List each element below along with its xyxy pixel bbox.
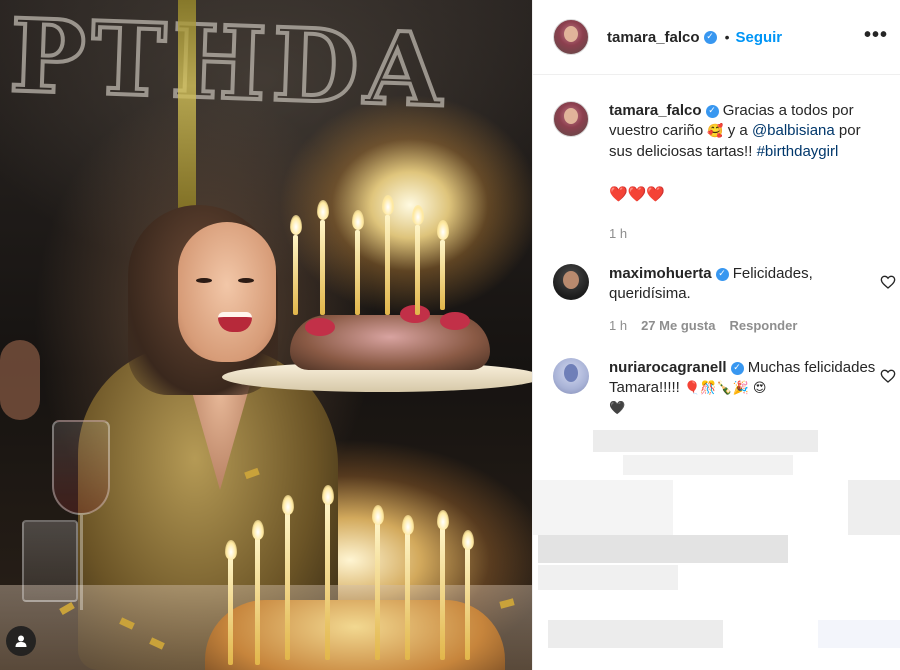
flame — [225, 540, 237, 560]
caption-username[interactable]: tamara_falco — [609, 102, 702, 119]
comment-username[interactable]: maximohuerta — [609, 265, 712, 282]
caption: tamara_falco ✓ Gracias a todos por vuestr… — [533, 101, 900, 244]
post-sidebar: tamara_falco ✓ • Seguir ••• tamara_falco… — [532, 0, 900, 670]
wine-glass-stem — [80, 515, 83, 610]
reply-button[interactable]: Responder — [730, 316, 798, 336]
follow-button[interactable]: Seguir — [735, 29, 782, 46]
candle — [355, 230, 360, 315]
comment-body: nuriarocagranell ✓ Muchas felicidades Tam… — [609, 358, 882, 419]
wine-glass — [52, 420, 110, 515]
gold-streamer — [178, 0, 196, 215]
flame — [412, 205, 424, 225]
candle — [465, 545, 470, 660]
candle — [385, 215, 390, 315]
berry — [305, 318, 335, 336]
black-heart-emoji: 🖤 — [609, 401, 626, 416]
comment-item: maximohuerta ✓ Felicidades, queridísima. … — [533, 264, 900, 336]
post-photo[interactable]: PTHDA — [0, 0, 532, 670]
user-silhouette-icon[interactable] — [6, 626, 36, 656]
hashtag-link[interactable]: #birthdaygirl — [757, 143, 839, 160]
author-username[interactable]: tamara_falco — [607, 29, 700, 46]
berry — [440, 312, 470, 330]
candle — [285, 510, 290, 660]
front-cake — [205, 600, 505, 670]
flame — [352, 210, 364, 230]
candle — [320, 220, 325, 315]
author-info: tamara_falco ✓ • Seguir — [607, 29, 782, 46]
caption-avatar[interactable] — [553, 101, 589, 137]
comment-likes[interactable]: 27 Me gusta — [641, 316, 715, 336]
flame — [317, 200, 329, 220]
comment-meta: 1 h 27 Me gusta Responder — [609, 316, 882, 336]
flame — [282, 495, 294, 515]
candle — [440, 525, 445, 660]
caption-meta: 1 h — [609, 224, 882, 244]
flame — [402, 515, 414, 535]
caption-time[interactable]: 1 h — [609, 224, 627, 244]
candle — [405, 530, 410, 660]
celebration-emojis: 🎈🎊🍾🎉 😍 — [684, 381, 767, 396]
smiling-hearts-emoji: 🥰 — [707, 124, 724, 139]
flame — [382, 195, 394, 215]
comment-time[interactable]: 1 h — [609, 316, 627, 336]
flame — [252, 520, 264, 540]
caption-body: tamara_falco ✓ Gracias a todos por vuestr… — [609, 101, 882, 244]
tumbler-glass — [22, 520, 78, 602]
like-heart-icon[interactable] — [880, 368, 896, 384]
flame — [372, 505, 384, 525]
flame — [322, 485, 334, 505]
guest-arm — [0, 340, 40, 420]
verified-badge-icon: ✓ — [715, 267, 729, 281]
author-avatar[interactable] — [553, 19, 589, 55]
mention-link[interactable]: @balbisiana — [752, 122, 835, 139]
comment-item: nuriarocagranell ✓ Muchas felicidades Tam… — [533, 358, 900, 419]
birthday-balloon-letters: PTHDA — [6, 0, 452, 132]
woman-face — [178, 222, 276, 362]
flame — [437, 220, 449, 240]
eye-right — [238, 278, 254, 283]
comment-body: maximohuerta ✓ Felicidades, queridísima. … — [609, 264, 882, 336]
verified-badge-icon: ✓ — [705, 104, 719, 118]
more-options-icon[interactable]: ••• — [864, 24, 888, 47]
candle — [255, 535, 260, 665]
eye-left — [196, 278, 212, 283]
caption-text-middle: y a — [727, 122, 748, 139]
like-heart-icon[interactable] — [880, 274, 896, 290]
post-header: tamara_falco ✓ • Seguir ••• — [533, 0, 900, 75]
separator-dot: • — [724, 29, 730, 45]
candle — [415, 225, 420, 315]
candle — [440, 240, 445, 310]
comment-username[interactable]: nuriarocagranell — [609, 359, 727, 376]
verified-badge-icon: ✓ — [703, 30, 717, 44]
flame — [437, 510, 449, 530]
commenter-avatar[interactable] — [553, 264, 589, 300]
verified-badge-icon: ✓ — [730, 361, 744, 375]
candle — [325, 500, 330, 660]
flame — [462, 530, 474, 550]
red-hearts-emoji: ❤️❤️❤️ — [609, 185, 666, 203]
commenter-avatar[interactable] — [553, 358, 589, 394]
candle — [228, 555, 233, 665]
candle — [293, 235, 298, 315]
candle — [375, 520, 380, 660]
flame — [290, 215, 302, 235]
